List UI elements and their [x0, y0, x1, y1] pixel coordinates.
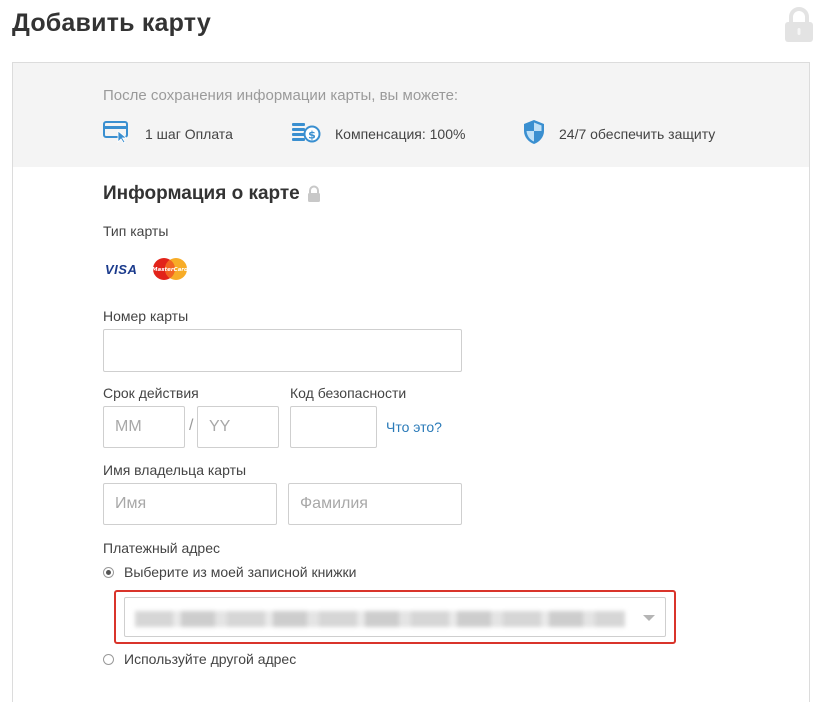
expiry-month-input[interactable]	[103, 406, 185, 448]
benefit-label: Компенсация: 100%	[335, 126, 466, 142]
address-book-select[interactable]	[124, 597, 666, 637]
card-number-label: Номер карты	[103, 308, 189, 324]
card-click-icon	[103, 120, 131, 149]
address-book-option-label[interactable]: Выберите из моей записной книжки	[124, 564, 356, 580]
benefit-one-step-payment: 1 шаг Оплата	[103, 120, 233, 149]
padlock-icon	[782, 6, 816, 49]
card-type-label: Тип карты	[103, 223, 169, 239]
coins-dollar-icon: $	[291, 119, 321, 150]
cvv-help-link[interactable]: Что это?	[386, 419, 442, 435]
benefit-label: 1 шаг Оплата	[145, 126, 233, 142]
card-holder-label: Имя владельца карты	[103, 462, 247, 478]
last-name-input[interactable]	[288, 483, 462, 525]
lock-icon	[306, 185, 322, 203]
benefit-label: 24/7 обеспечить защиту	[559, 126, 716, 142]
other-address-option-label[interactable]: Используйте другой адрес	[124, 651, 296, 667]
shield-icon	[523, 119, 545, 150]
blurred-address-text	[135, 611, 625, 627]
billing-address-label: Платежный адрес	[103, 540, 220, 556]
cvv-input[interactable]	[290, 406, 377, 448]
mastercard-wordmark: MasterCard	[152, 267, 188, 273]
visa-logo[interactable]: VISA	[105, 262, 137, 277]
first-name-input[interactable]	[103, 483, 277, 525]
benefits-banner: После сохранения информации карты, вы мо…	[13, 63, 809, 167]
add-card-panel: После сохранения информации карты, вы мо…	[12, 62, 810, 702]
expiry-year-input[interactable]	[197, 406, 279, 448]
chevron-down-icon	[643, 615, 655, 621]
expiry-label: Срок действия	[103, 385, 199, 401]
expiry-separator: /	[189, 417, 194, 434]
other-address-radio[interactable]	[103, 654, 114, 665]
page-title: Добавить карту	[12, 9, 211, 37]
svg-text:$: $	[308, 128, 316, 141]
benefit-compensation: $ Компенсация: 100%	[291, 121, 465, 147]
mastercard-logo[interactable]: MasterCard	[150, 256, 190, 282]
card-info-heading: Информация о карте	[103, 183, 322, 205]
address-book-radio[interactable]	[103, 567, 114, 578]
section-title: Информация о карте	[103, 183, 300, 204]
cvv-label: Код безопасности	[290, 385, 407, 401]
benefits-intro: После сохранения информации карты, вы мо…	[103, 87, 459, 104]
card-number-input[interactable]	[103, 329, 462, 372]
benefit-protection: 24/7 обеспечить защиту	[523, 119, 716, 150]
